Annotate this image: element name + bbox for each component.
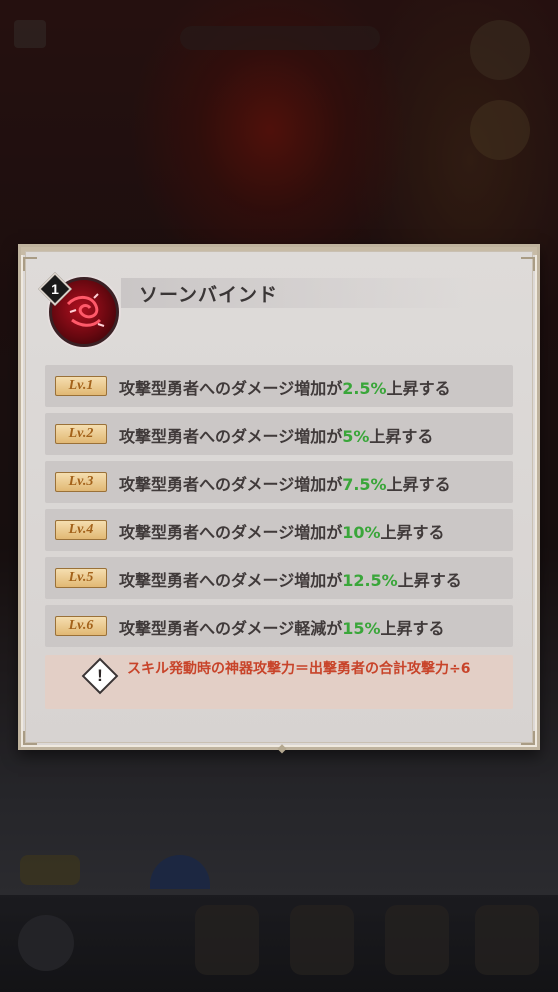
level-description: 攻撃型勇者へのダメージ増加が12.5%上昇する bbox=[119, 567, 462, 591]
corner-ornament bbox=[521, 731, 535, 745]
skill-level-number: 1 bbox=[51, 281, 59, 297]
description-suffix: 上昇する bbox=[386, 379, 451, 398]
value-highlight: 12.5% bbox=[342, 571, 398, 590]
description-text: 攻撃型勇者へのダメージ増加が bbox=[119, 523, 343, 542]
level-badge: Lv.1 bbox=[55, 376, 107, 396]
level-row: Lv.4 攻撃型勇者へのダメージ増加が10%上昇する bbox=[45, 509, 513, 551]
value-highlight: 5% bbox=[342, 427, 370, 446]
description-text: 攻撃型勇者へのダメージ増加が bbox=[119, 379, 343, 398]
note-box: ! スキル発動時の神器攻撃力＝出撃勇者の合計攻撃力÷6 bbox=[45, 655, 513, 709]
description-suffix: 上昇する bbox=[380, 619, 445, 638]
description-text: 攻撃型勇者へのダメージ増加が bbox=[119, 571, 343, 590]
level-badge: Lv.3 bbox=[55, 472, 107, 492]
description-suffix: 上昇する bbox=[369, 427, 434, 446]
description-suffix: 上昇する bbox=[397, 571, 462, 590]
level-description: 攻撃型勇者へのダメージ増加が5%上昇する bbox=[119, 423, 433, 447]
level-description: 攻撃型勇者へのダメージ増加が7.5%上昇する bbox=[119, 471, 451, 495]
warning-mark-icon: ! bbox=[97, 666, 103, 685]
level-list: Lv.1 攻撃型勇者へのダメージ増加が2.5%上昇する Lv.2 攻撃型勇者への… bbox=[45, 365, 513, 653]
value-highlight: 15% bbox=[342, 619, 381, 638]
skill-name: ソーンバインド bbox=[139, 284, 279, 306]
description-text: 攻撃型勇者へのダメージ軽減が bbox=[119, 619, 343, 638]
description-text: 攻撃型勇者へのダメージ増加が bbox=[119, 475, 343, 494]
value-highlight: 10% bbox=[342, 523, 381, 542]
value-highlight: 2.5% bbox=[342, 379, 387, 398]
level-badge: Lv.6 bbox=[55, 616, 107, 636]
level-badge: Lv.4 bbox=[55, 520, 107, 540]
corner-ornament bbox=[23, 731, 37, 745]
level-badge: Lv.5 bbox=[55, 568, 107, 588]
description-text: 攻撃型勇者へのダメージ増加が bbox=[119, 427, 343, 446]
level-row: Lv.3 攻撃型勇者へのダメージ増加が7.5%上昇する bbox=[45, 461, 513, 503]
level-row: Lv.2 攻撃型勇者へのダメージ増加が5%上昇する bbox=[45, 413, 513, 455]
corner-ornament bbox=[23, 257, 37, 271]
bottom-ornament-icon: ◆ bbox=[277, 741, 287, 755]
level-row: Lv.6 攻撃型勇者へのダメージ軽減が15%上昇する bbox=[45, 605, 513, 647]
corner-ornament bbox=[521, 257, 535, 271]
description-suffix: 上昇する bbox=[386, 475, 451, 494]
skill-detail-dialog: ◆ 1 ソーンバインド Lv.1 攻撃型勇者へのダメージ増加が2.5%上昇する … bbox=[18, 244, 540, 755]
level-description: 攻撃型勇者へのダメージ増加が2.5%上昇する bbox=[119, 375, 451, 399]
level-description: 攻撃型勇者へのダメージ軽減が15%上昇する bbox=[119, 615, 445, 639]
description-suffix: 上昇する bbox=[380, 523, 445, 542]
level-row: Lv.1 攻撃型勇者へのダメージ増加が2.5%上昇する bbox=[45, 365, 513, 407]
note-text: スキル発動時の神器攻撃力＝出撃勇者の合計攻撃力÷6 bbox=[127, 661, 471, 677]
level-description: 攻撃型勇者へのダメージ増加が10%上昇する bbox=[119, 519, 445, 543]
level-badge: Lv.2 bbox=[55, 424, 107, 444]
value-highlight: 7.5% bbox=[342, 475, 387, 494]
level-row: Lv.5 攻撃型勇者へのダメージ増加が12.5%上昇する bbox=[45, 557, 513, 599]
